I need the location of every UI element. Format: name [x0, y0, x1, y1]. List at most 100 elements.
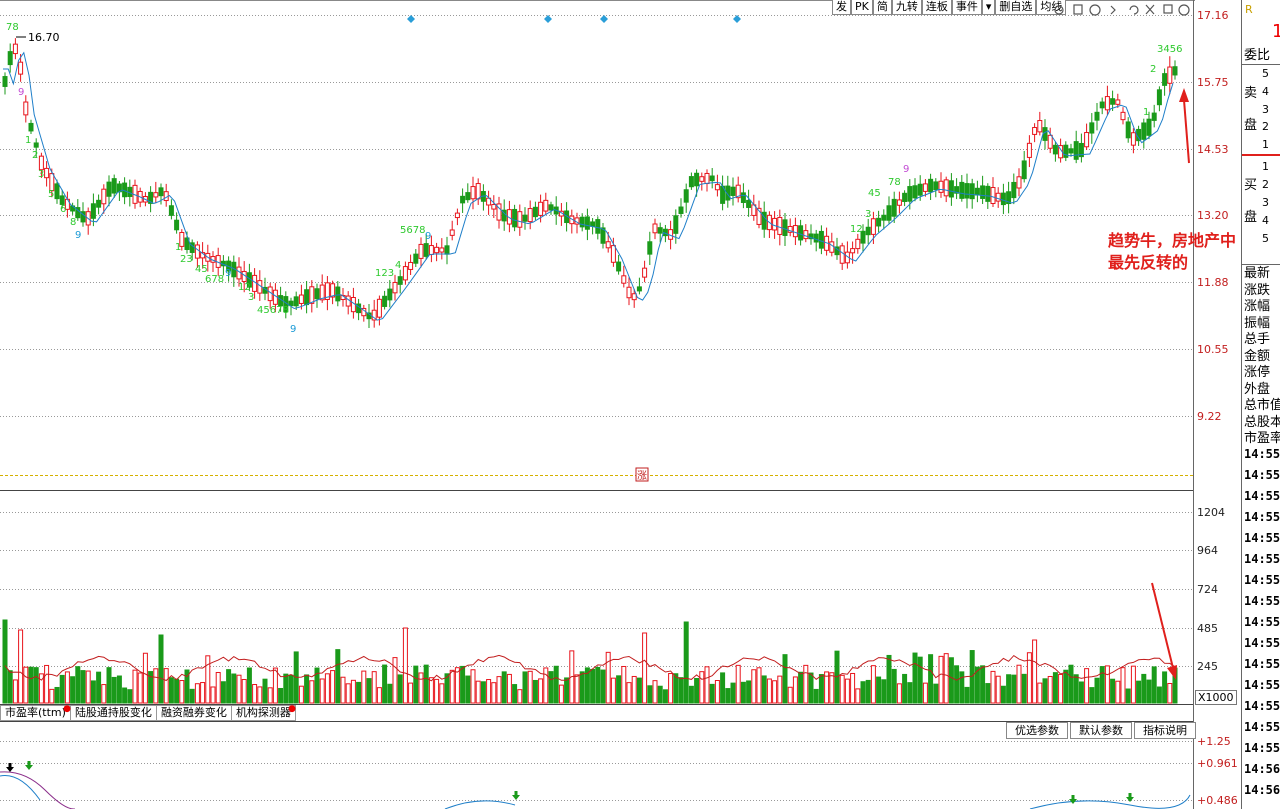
indicator-grid	[0, 741, 1193, 801]
tab-margin[interactable]: 融资融券变化	[156, 705, 232, 721]
eye-icon[interactable]	[1054, 5, 1064, 15]
candle-body	[444, 245, 450, 255]
toolbar-remove-watchlist-button[interactable]: 删自选	[995, 0, 1037, 15]
candle-body	[657, 227, 663, 234]
candle-body	[688, 176, 694, 188]
volume-bar	[683, 621, 689, 704]
volume-bar	[605, 651, 611, 704]
volume-bar	[475, 680, 481, 704]
volume-bars	[2, 619, 1178, 704]
candle-body	[928, 178, 934, 193]
candle-body	[772, 217, 778, 231]
tab-margin-label: 融资融券变化	[160, 706, 227, 719]
undo-icon[interactable]	[1129, 5, 1139, 15]
volume-bar	[1032, 639, 1038, 704]
volume-bar	[28, 666, 34, 704]
volume-bar	[1016, 664, 1022, 704]
td-count-label: 5	[48, 189, 54, 200]
volume-bar	[891, 668, 897, 704]
candle-body	[12, 43, 18, 55]
window-icon[interactable]	[1163, 4, 1173, 14]
event-diamond-icon[interactable]	[407, 15, 415, 23]
volume-bar	[792, 676, 798, 704]
toolbar-limit-board-button[interactable]: 连板	[921, 0, 952, 15]
indicator-help-button[interactable]: 指标说明	[1134, 722, 1196, 739]
candle-body	[782, 219, 788, 236]
event-diamond-icon[interactable]	[600, 15, 608, 23]
signal-arrow-icon	[512, 791, 520, 800]
volume-bar	[1099, 666, 1105, 704]
toolbar-event-button[interactable]: 事件	[951, 0, 982, 15]
volume-bar	[1167, 682, 1173, 704]
candle-body	[23, 101, 29, 116]
default-params-button[interactable]: 默认参数	[1070, 722, 1132, 739]
candle-body	[1047, 134, 1053, 149]
play-icon[interactable]	[1089, 4, 1101, 16]
tab-pe-ttm[interactable]: 市盈率(ttm) ●	[0, 704, 71, 721]
volume-bar	[304, 674, 310, 704]
event-diamond-icon[interactable]	[544, 15, 552, 23]
toolbar-fa-button[interactable]: 发	[832, 0, 851, 15]
volume-bar	[1115, 680, 1121, 704]
volume-bar	[241, 679, 247, 704]
candle-body	[704, 172, 710, 185]
quote-sidebar: R 1 委比 卖 盘 5 4 3 2 1 买 盘 1 2 3 4 5 最新涨跌涨幅振幅总手金额涨…	[1241, 0, 1280, 809]
zoom-in-icon[interactable]	[1178, 4, 1190, 16]
td-count-label: 1	[25, 135, 31, 146]
volume-tick-label: 485	[1197, 622, 1218, 635]
volume-bar	[657, 685, 663, 704]
sidebar-field: 涨停	[1244, 365, 1271, 380]
trade-time: 14:56	[1244, 762, 1280, 776]
forward-icon[interactable]	[1110, 5, 1116, 15]
candle-body	[439, 247, 445, 253]
limit-up-mark: 涨	[635, 467, 649, 482]
volume-bar	[506, 673, 512, 704]
candle-body	[38, 155, 44, 171]
volume-bar	[44, 664, 50, 704]
event-markers[interactable]	[407, 15, 741, 23]
volume-bar	[18, 629, 24, 704]
hand-icon[interactable]	[1073, 4, 1083, 15]
candle-body	[397, 276, 403, 285]
preferred-params-button[interactable]: 优选参数	[1006, 722, 1068, 739]
volume-bar	[1141, 673, 1147, 704]
candle-body	[974, 187, 980, 196]
td-count-label: 3456	[1157, 44, 1182, 55]
volume-bar	[1136, 680, 1142, 704]
candle-body	[1130, 132, 1136, 146]
volume-bar	[881, 679, 887, 704]
trade-time: 14:55	[1244, 594, 1280, 608]
candle-body	[714, 184, 720, 191]
volume-bar	[522, 671, 528, 704]
sidebar-field: 总股本	[1244, 414, 1280, 430]
cut-icon[interactable]	[1145, 4, 1155, 15]
trade-time: 14:55	[1244, 657, 1280, 671]
td-count-label: 3	[865, 209, 871, 220]
sidebar-field: 金额	[1244, 348, 1271, 364]
candle-body	[7, 51, 13, 66]
tab-institution-detector[interactable]: 机构探测器 ●	[231, 704, 296, 721]
volume-bar	[127, 689, 133, 704]
candle-body	[839, 245, 845, 264]
candle-body	[465, 192, 471, 201]
volume-bar	[345, 683, 351, 704]
trade-time: 14:55	[1244, 678, 1280, 692]
toolbar-nine-turn-button[interactable]: 九转	[891, 0, 922, 15]
event-diamond-icon[interactable]	[733, 15, 741, 23]
kline-chart-panel[interactable]: 7891235689123456789123456789123456789123…	[0, 0, 1241, 809]
toolbar-simple-button[interactable]: 简	[872, 0, 892, 15]
candle-body	[174, 219, 180, 231]
td-count-label: 45678	[257, 305, 289, 316]
candle-body	[527, 208, 533, 223]
tab-hk-connect[interactable]: 陆股通持股变化	[70, 705, 157, 721]
candle-body	[1052, 144, 1058, 155]
volume-bar	[1042, 678, 1048, 704]
toolbar-pk-button[interactable]: PK	[851, 0, 873, 15]
annotation-text: 趋势牛，房地产中 最先反转的	[1108, 230, 1236, 274]
candle-body	[111, 178, 117, 194]
toolbar-dropdown-button[interactable]: ▾	[981, 0, 996, 15]
indicator-button-group: 优选参数 默认参数 指标说明	[1006, 722, 1198, 739]
trade-time: 14:55	[1244, 615, 1280, 629]
volume-bar	[922, 682, 928, 704]
sidebar-field: 总市值	[1244, 398, 1280, 413]
